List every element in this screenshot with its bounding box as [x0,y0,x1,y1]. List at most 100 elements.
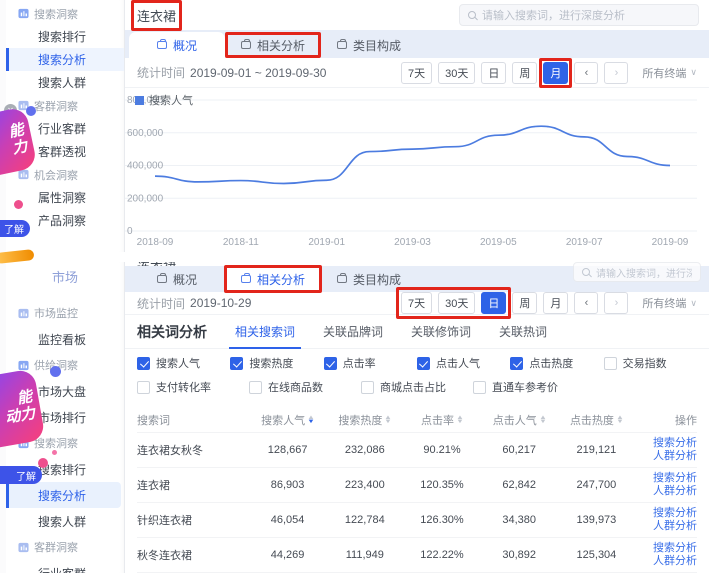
subtab-hot-words[interactable]: 关联热词 [497,314,549,349]
search-icon [582,268,590,276]
bottom-period-1[interactable]: 30天 [438,292,475,314]
sidebar-item-label: 搜索人群 [38,74,86,91]
section-title: 相关词分析 [137,322,207,342]
sidebar-item-attribute-insight[interactable]: 属性洞察 [6,186,124,209]
top-period-3[interactable]: 周 [512,62,537,84]
metric-ztc-ref-price[interactable]: 直通车参考价 [473,379,585,395]
subtab-related-search-words[interactable]: 相关搜索词 [233,314,297,349]
bottom-period-2[interactable]: 日 [481,292,506,314]
metric-pay-conversion[interactable]: 支付转化率 [137,379,249,395]
checkbox[interactable] [604,357,617,370]
checkbox[interactable] [417,357,430,370]
crowd-analysis-link[interactable]: 人群分析 [635,450,697,463]
svg-text:2019-05: 2019-05 [480,237,517,248]
sidebar-item-search-crowd[interactable]: 搜索人群 [6,508,124,534]
sidebar-item-monitor-board[interactable]: 监控看板 [6,326,124,352]
metric-click-rate[interactable]: 点击率 [324,355,417,371]
terminal-dropdown[interactable]: 所有终端∨ [642,65,697,81]
sidebar-group-market-monitor[interactable]: 市场监控 [6,300,124,326]
checkbox[interactable] [137,381,150,394]
search-analysis-link[interactable]: 搜索分析 [635,437,697,450]
cell-value: 128,667 [249,444,326,456]
tab-label: 相关分析 [257,37,305,54]
cell-value: 232,086 [326,444,403,456]
cell-value: 247,700 [558,479,635,491]
sidebar-item-search-analysis[interactable]: 搜索分析 [6,48,124,71]
prev-arrow-button[interactable]: ‹ [574,62,598,84]
sidebar-item-label: 搜索人群 [38,513,86,530]
search-analysis-link[interactable]: 搜索分析 [635,507,697,520]
bottom-tab-0[interactable]: 概况 [129,266,225,292]
metric-search-heat[interactable]: 搜索热度 [230,355,323,371]
table-row: 秋冬连衣裙 44,269 111,949 122.22% 30,892 125,… [137,538,697,573]
sort-icon: ▲▼ [540,416,546,424]
subtab-modifier-words[interactable]: 关联修饰词 [409,314,473,349]
sidebar-item-search-ranking[interactable]: 搜索排行 [6,25,124,48]
promo-learn-more-button[interactable]: 了解 [0,220,30,237]
col-header-click-heat[interactable]: 点击热度▲▼ [558,412,635,428]
bottom-period-0[interactable]: 7天 [401,292,432,314]
crowd-analysis-link[interactable]: 人群分析 [635,555,697,568]
col-header-search-heat[interactable]: 搜索热度▲▼ [326,412,403,428]
subtab-brand-words[interactable]: 关联品牌词 [321,314,385,349]
cell-value: 122,784 [326,514,403,526]
sidebar-group-customer-insight[interactable]: 客群洞察 [6,534,124,560]
sidebar-item-search-crowd[interactable]: 搜索人群 [6,71,124,94]
bottom-period-4[interactable]: 月 [543,292,568,314]
bottom-panel: 市场 市场监控 监控看板 供给洞察 市场大盘 市场排行 搜索洞察 搜索排行 搜索… [0,262,709,573]
prev-arrow-button[interactable]: ‹ [574,292,598,314]
col-header-label: 点击人气 [493,412,537,428]
top-period-2[interactable]: 日 [481,62,506,84]
search-input[interactable]: 请输入搜索词，进行深度分析 [573,262,701,282]
bottom-tab-2[interactable]: 类目构成 [321,266,417,292]
related-words-section: 相关词分析 相关搜索词 关联品牌词 关联修饰词 关联热词 [125,315,709,349]
sidebar-item-search-analysis[interactable]: 搜索分析 [6,482,121,508]
bottom-tab-1[interactable]: 相关分析 [225,266,321,292]
stat-time-label: 统计时间 [137,64,185,81]
top-period-0[interactable]: 7天 [401,62,432,84]
promo-dot-pink [52,450,57,455]
sidebar-section-market[interactable]: 市场 [6,264,124,288]
next-arrow-button[interactable]: › [604,292,628,314]
metric-mall-click-share[interactable]: 商城点击占比 [361,379,473,395]
metric-search-popularity[interactable]: 搜索人气 [137,355,230,371]
col-header-keyword: 搜索词 [137,412,249,428]
top-tab-1[interactable]: 相关分析 [225,32,321,58]
checkbox[interactable] [510,357,523,370]
crowd-analysis-link[interactable]: 人群分析 [635,520,697,533]
top-period-1[interactable]: 30天 [438,62,475,84]
col-header-search-popularity[interactable]: 搜索人气▲▼ [249,412,326,428]
promo-learn-more-button[interactable]: 了解 [0,466,42,484]
next-arrow-button[interactable]: › [604,62,628,84]
top-period-4[interactable]: 月 [543,62,568,84]
top-tab-2[interactable]: 类目构成 [321,32,417,58]
col-header-click-popularity[interactable]: 点击人气▲▼ [481,412,558,428]
sidebar-item-industry-customer[interactable]: 行业客群 [6,560,124,573]
checkbox[interactable] [361,381,374,394]
col-header-click-rate[interactable]: 点击率▲▼ [403,412,480,428]
top-tab-0[interactable]: 概况 [129,32,225,58]
tab-label: 概况 [173,37,197,54]
checkbox[interactable] [137,357,150,370]
metric-trade-index[interactable]: 交易指数 [604,355,697,371]
table-row: 连衣裙 86,903 223,400 120.35% 62,842 247,70… [137,468,697,503]
checkbox[interactable] [324,357,337,370]
sidebar-group-search-insight[interactable]: 搜索洞察 [6,2,124,25]
search-input[interactable]: 请输入搜索词，进行深度分析 [459,4,699,26]
metric-online-products[interactable]: 在线商品数 [249,379,361,395]
search-analysis-link[interactable]: 搜索分析 [635,542,697,555]
terminal-dropdown[interactable]: 所有终端∨ [642,295,697,311]
checkbox[interactable] [249,381,262,394]
svg-text:200,000: 200,000 [127,193,164,204]
folder-chart-icon [18,542,29,553]
metric-row-2: 支付转化率 在线商品数 商城点击占比 直通车参考价 [137,379,697,395]
checkbox[interactable] [473,381,486,394]
checkbox[interactable] [230,357,243,370]
search-analysis-link[interactable]: 搜索分析 [635,472,697,485]
metric-click-popularity[interactable]: 点击人气 [417,355,510,371]
metric-click-heat[interactable]: 点击热度 [510,355,603,371]
crowd-analysis-link[interactable]: 人群分析 [635,485,697,498]
bottom-period-3[interactable]: 周 [512,292,537,314]
metric-label: 点击热度 [529,355,573,371]
cell-value: 44,269 [249,549,326,561]
